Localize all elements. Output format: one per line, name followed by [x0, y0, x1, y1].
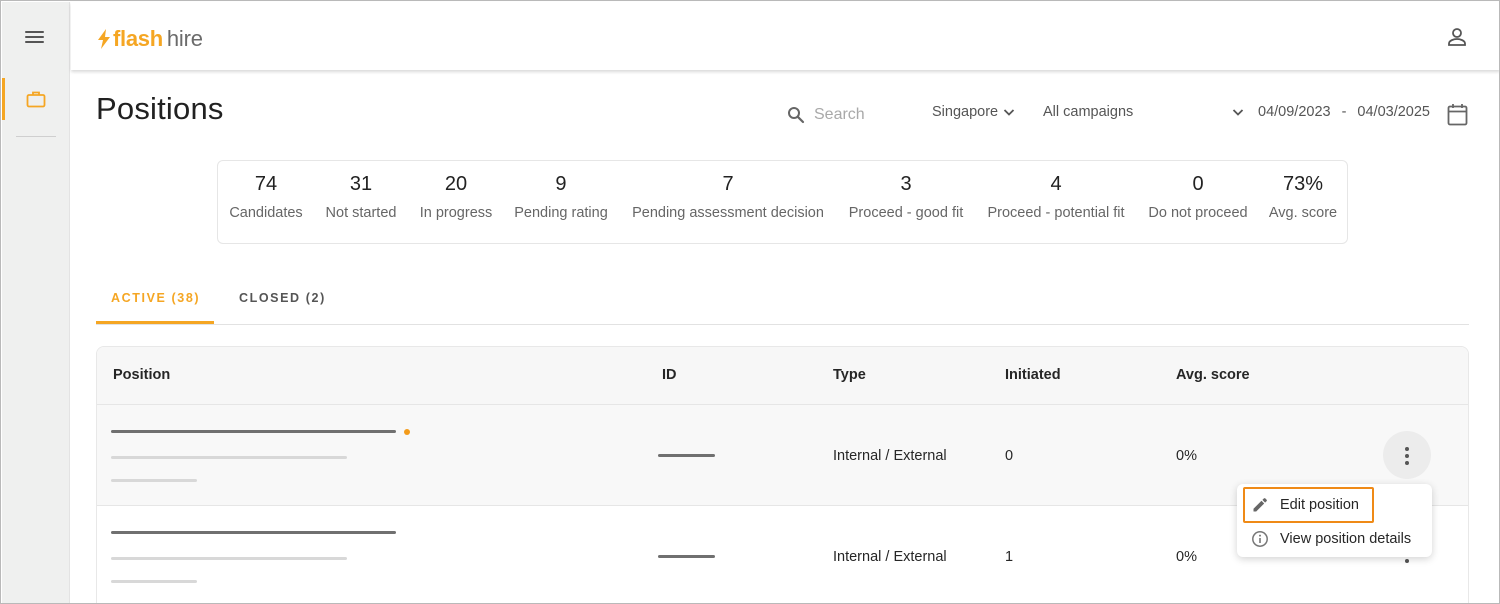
- column-header-id[interactable]: ID: [662, 367, 677, 383]
- stat-not-started[interactable]: 31 Not started: [326, 172, 397, 221]
- cell-avg-score: 0%: [1176, 448, 1197, 464]
- stat-label: Candidates: [229, 205, 303, 221]
- redacted-position-subtitle: [111, 456, 347, 459]
- column-header-type[interactable]: Type: [833, 367, 866, 383]
- stat-value: 0: [1192, 173, 1204, 195]
- table-header: Position ID Type Initiated Avg. score: [97, 347, 1468, 405]
- redacted-position-id: [658, 454, 715, 457]
- column-header-avg-score[interactable]: Avg. score: [1176, 367, 1250, 383]
- stats-card: 74 Candidates 31 Not started 20 In progr…: [217, 160, 1348, 244]
- redacted-position-title: [111, 430, 396, 433]
- cell-initiated: 1: [1005, 549, 1014, 565]
- top-bar: flash hire: [71, 2, 1499, 70]
- stat-value: 7: [722, 173, 734, 195]
- stat-value: 74: [254, 173, 278, 195]
- country-value: Singapore: [932, 104, 999, 120]
- chevron-down-icon: [1003, 109, 1015, 116]
- stat-value: 3: [900, 173, 912, 195]
- redacted-position-meta: [111, 479, 197, 482]
- tab-active[interactable]: ACTIVE (38): [111, 291, 200, 305]
- page-title: Positions: [96, 91, 224, 126]
- search-input[interactable]: [814, 106, 914, 124]
- chevron-down-icon: [1232, 109, 1244, 116]
- menu-item-label: View position details: [1280, 530, 1412, 547]
- redacted-position-meta: [111, 580, 197, 583]
- active-tab-underline: [96, 321, 214, 324]
- stat-proceed-potential-fit[interactable]: 4 Proceed - potential fit: [987, 172, 1124, 221]
- pencil-icon: [1253, 497, 1267, 511]
- search-box[interactable]: [787, 103, 917, 127]
- stat-value: 9: [555, 173, 567, 195]
- bolt-icon: [98, 29, 110, 49]
- sidebar-divider: [16, 136, 56, 137]
- stat-value: 73%: [1282, 173, 1324, 195]
- logo-hire-text: hire: [166, 26, 203, 51]
- stat-label: Do not proceed: [1148, 205, 1248, 221]
- user-icon[interactable]: [1446, 26, 1468, 48]
- country-dropdown[interactable]: Singapore: [932, 104, 1016, 120]
- column-header-position[interactable]: Position: [113, 367, 170, 383]
- row-actions-button[interactable]: [1399, 558, 1415, 566]
- stat-avg-score[interactable]: 73% Avg. score: [1269, 172, 1337, 221]
- stat-label: Proceed - potential fit: [987, 205, 1125, 221]
- menu-item-view-position-details[interactable]: View position details: [1237, 522, 1432, 555]
- menu-item-label: Edit position: [1280, 496, 1359, 513]
- app-window: flash hire Positions Singapore All campa…: [0, 0, 1500, 604]
- stat-label: Not started: [325, 205, 397, 221]
- more-vert-icon: [1405, 559, 1409, 563]
- stat-value: 4: [1050, 173, 1062, 195]
- stat-candidates[interactable]: 74 Candidates: [229, 172, 302, 221]
- cell-type: Internal / External: [833, 448, 947, 464]
- app-logo[interactable]: flash hire: [97, 26, 203, 52]
- search-icon: [788, 107, 805, 124]
- row-actions-button[interactable]: [1383, 431, 1431, 479]
- position-tabs: ACTIVE (38) CLOSED (2): [96, 281, 1469, 325]
- stat-pending-rating[interactable]: 9 Pending rating: [514, 172, 608, 221]
- stat-pending-assessment-decision[interactable]: 7 Pending assessment decision: [632, 172, 824, 221]
- stat-do-not-proceed[interactable]: 0 Do not proceed: [1148, 172, 1247, 221]
- menu-item-edit-position[interactable]: Edit position: [1237, 488, 1432, 521]
- date-from[interactable]: 04/09/2023: [1258, 104, 1331, 120]
- campaigns-dropdown[interactable]: All campaigns: [1043, 104, 1245, 120]
- cell-type: Internal / External: [833, 549, 947, 565]
- stat-in-progress[interactable]: 20 In progress: [420, 172, 493, 221]
- campaigns-value: All campaigns: [1043, 104, 1134, 120]
- stat-label: In progress: [419, 205, 493, 221]
- stat-value: 20: [444, 173, 468, 195]
- date-range[interactable]: 04/09/2023 - 04/03/2025: [1258, 104, 1430, 120]
- logo-flash-text: flash: [113, 26, 163, 51]
- redacted-position-title: [111, 531, 396, 534]
- stat-label: Proceed - good fit: [848, 205, 964, 221]
- nav-active-indicator: [2, 78, 5, 120]
- cell-avg-score: 0%: [1176, 549, 1197, 565]
- sidebar: [2, 2, 70, 603]
- stat-label: Pending assessment decision: [632, 205, 824, 221]
- tab-closed[interactable]: CLOSED (2): [239, 291, 326, 305]
- stat-label: Avg. score: [1268, 205, 1338, 221]
- cell-initiated: 0: [1005, 448, 1014, 464]
- info-icon: [1252, 530, 1268, 547]
- stat-proceed-good-fit[interactable]: 3 Proceed - good fit: [849, 172, 963, 221]
- redacted-position-id: [658, 555, 715, 558]
- new-indicator-dot: [404, 429, 410, 435]
- date-separator: -: [1341, 104, 1347, 120]
- briefcase-icon[interactable]: [26, 90, 46, 108]
- hamburger-menu-icon[interactable]: [24, 29, 46, 45]
- column-header-initiated[interactable]: Initiated: [1005, 367, 1061, 383]
- row-actions-menu: Edit position View position details: [1237, 484, 1432, 557]
- redacted-position-subtitle: [111, 557, 347, 560]
- positions-table: Position ID Type Initiated Avg. score In…: [96, 346, 1469, 603]
- more-vert-icon: [1405, 447, 1409, 468]
- stat-label: Pending rating: [514, 205, 608, 221]
- date-to[interactable]: 04/03/2025: [1357, 104, 1430, 120]
- stat-value: 31: [349, 173, 373, 195]
- calendar-icon[interactable]: [1447, 103, 1468, 126]
